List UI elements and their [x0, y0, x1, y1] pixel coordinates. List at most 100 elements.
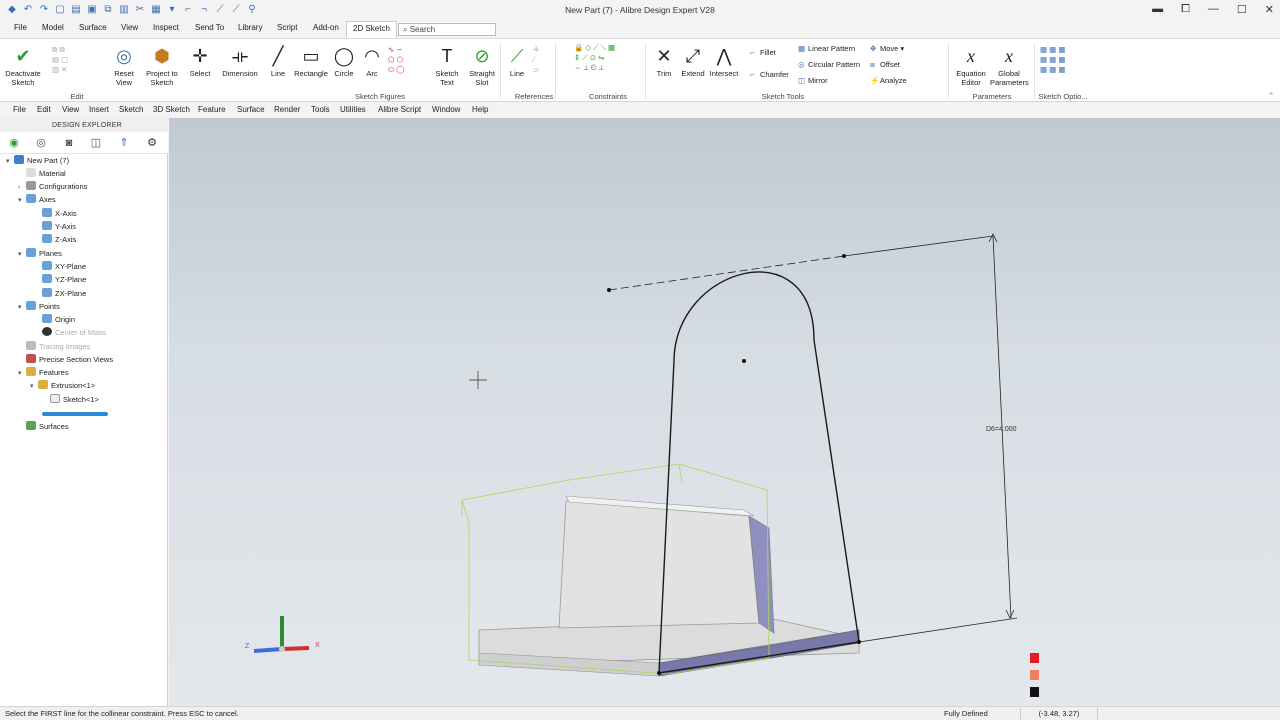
- reference-line-button[interactable]: ⟋ Line: [504, 45, 530, 78]
- deactivate-sketch-button[interactable]: ✔ Deactivate Sketch: [4, 45, 42, 87]
- tree-extrusion[interactable]: ▾ Extrusion<1>: [30, 380, 95, 392]
- tree-precise-section-views[interactable]: Precise Section Views: [26, 354, 113, 366]
- 3d-viewport[interactable]: D6=4.000 Z X: [169, 118, 1280, 706]
- equal-constraint-icon[interactable]: ⇔ ⟂ ◴ ⟂: [574, 63, 615, 73]
- horizontal-constraint-icon[interactable]: ⇕ ⟋ ⊙ ⇋: [574, 53, 615, 63]
- ellipse-icon[interactable]: ⬭ ◯: [388, 65, 404, 75]
- chamfer-button[interactable]: ⌐ Chamfer: [750, 70, 789, 80]
- menu-utilities[interactable]: Utilities: [340, 105, 366, 114]
- menu-feature[interactable]: Feature: [198, 105, 226, 114]
- global-parameters-button[interactable]: x Global Parameters: [990, 45, 1029, 87]
- fillet-button[interactable]: ⌐ Fillet: [750, 48, 776, 58]
- tree-root[interactable]: ▾ New Part (7): [6, 155, 69, 167]
- tab-library[interactable]: Library: [236, 23, 264, 32]
- tab-file[interactable]: File: [12, 23, 29, 32]
- view-swatch-black[interactable]: [1030, 687, 1039, 697]
- menu-view[interactable]: View: [62, 105, 79, 114]
- tree-yz-plane[interactable]: YZ-Plane: [42, 274, 86, 286]
- tab-view[interactable]: View: [119, 23, 140, 32]
- collapse-icon[interactable]: ⇑: [117, 136, 131, 150]
- dimension-label[interactable]: D6=4.000: [986, 426, 1017, 433]
- maximize-button[interactable]: ☐: [1237, 3, 1247, 16]
- copy-small-icon[interactable]: ⧉ ⧉: [52, 45, 68, 55]
- menu-alibre-script[interactable]: Alibre Script: [378, 105, 421, 114]
- gear-icon[interactable]: ⚙: [145, 136, 159, 150]
- snap-option-icon[interactable]: ▦ ▦ ▦: [1040, 55, 1065, 65]
- circle-button[interactable]: ◯ Circle: [332, 45, 356, 78]
- select-button[interactable]: ✛ Select: [186, 45, 214, 78]
- straight-slot-button[interactable]: ⊘ Straight Slot: [466, 45, 498, 87]
- restore-layout-icon[interactable]: ⧠: [1181, 3, 1190, 16]
- menu-tools[interactable]: Tools: [311, 105, 330, 114]
- camera-icon[interactable]: ◎: [34, 136, 48, 150]
- tab-script[interactable]: Script: [275, 23, 299, 32]
- menu-surface[interactable]: Surface: [237, 105, 265, 114]
- circular-pattern-button[interactable]: ◎ Circular Pattern: [798, 60, 860, 70]
- tree-features[interactable]: ▾ Features: [18, 367, 69, 379]
- dimension-button[interactable]: ⟛ Dimension: [221, 45, 259, 78]
- search-input[interactable]: ⌕ Search: [398, 23, 496, 36]
- viewport-canvas[interactable]: [169, 118, 1280, 706]
- eye-icon[interactable]: ◙: [62, 136, 76, 150]
- analyze-button[interactable]: ⚡Analyze: [870, 76, 907, 86]
- ref-point-icon[interactable]: ✛: [533, 45, 539, 55]
- display-option-icon[interactable]: ▦ ▦ ▦: [1040, 65, 1065, 75]
- ref-axis-icon[interactable]: ∕: [533, 55, 539, 65]
- view-swatch-orange[interactable]: [1030, 670, 1039, 680]
- trim-button[interactable]: ✕ Trim: [652, 45, 676, 78]
- ref-plane-icon[interactable]: ▱: [533, 65, 539, 75]
- reset-view-button[interactable]: ◎ Reset View: [110, 45, 138, 87]
- mirror-button[interactable]: ◫ Mirror: [798, 76, 828, 86]
- tree-tracing-images[interactable]: Tracing Images: [26, 341, 90, 353]
- line-button[interactable]: ╱ Line: [266, 45, 290, 78]
- intersect-button[interactable]: ⋀ Intersect: [707, 45, 741, 78]
- polygon-icon[interactable]: ⬠ ⬡: [388, 55, 404, 65]
- solid-body[interactable]: [478, 495, 860, 677]
- close-button[interactable]: ✕: [1265, 3, 1274, 16]
- tree-configurations[interactable]: › Configurations: [18, 181, 87, 193]
- delete-small-icon[interactable]: ▥ ✕: [52, 65, 68, 75]
- menu-render[interactable]: Render: [274, 105, 300, 114]
- tree-zx-plane[interactable]: ZX-Plane: [42, 288, 86, 300]
- menu-window[interactable]: Window: [432, 105, 460, 114]
- menu-3d-sketch[interactable]: 3D Sketch: [153, 105, 190, 114]
- extend-button[interactable]: ⤢ Extend: [678, 45, 708, 78]
- tree-planes[interactable]: ▾ Planes: [18, 248, 62, 260]
- tree-y-axis[interactable]: Y-Axis: [42, 221, 76, 233]
- globe-icon[interactable]: ◉: [7, 136, 21, 150]
- menu-insert[interactable]: Insert: [89, 105, 109, 114]
- layers-icon[interactable]: ◫: [89, 136, 103, 150]
- spline-icon[interactable]: ∿ ∽: [388, 45, 404, 55]
- view-swatch-red[interactable]: [1030, 653, 1039, 663]
- menu-edit[interactable]: Edit: [37, 105, 51, 114]
- tab-surface[interactable]: Surface: [77, 23, 109, 32]
- menu-file[interactable]: File: [13, 105, 26, 114]
- tree-axes[interactable]: ▾ Axes: [18, 194, 56, 206]
- tree-points[interactable]: ▾ Points: [18, 301, 60, 313]
- tab-model[interactable]: Model: [40, 23, 66, 32]
- tab-2d-sketch[interactable]: 2D Sketch: [346, 21, 397, 38]
- menu-help[interactable]: Help: [472, 105, 488, 114]
- menu-sketch[interactable]: Sketch: [119, 105, 143, 114]
- move-button[interactable]: ✥ Move ▾: [870, 44, 904, 54]
- tab-add-on[interactable]: Add-on: [311, 23, 341, 32]
- tree-z-axis[interactable]: Z-Axis: [42, 234, 76, 246]
- tree-x-axis[interactable]: X-Axis: [42, 208, 77, 220]
- account-icon[interactable]: ▬: [1152, 3, 1163, 16]
- linear-pattern-button[interactable]: ▦ Linear Pattern: [798, 44, 855, 54]
- minimize-button[interactable]: —: [1208, 3, 1219, 16]
- tree-origin[interactable]: Origin: [42, 314, 75, 326]
- tab-inspect[interactable]: Inspect: [151, 23, 181, 32]
- tree-surfaces[interactable]: Surfaces: [26, 421, 69, 433]
- offset-button[interactable]: ⧈ Offset: [870, 60, 900, 70]
- sketch-text-button[interactable]: T Sketch Text: [432, 45, 462, 87]
- tab-send-to[interactable]: Send To: [193, 23, 226, 32]
- project-to-sketch-button[interactable]: ⬢ Project to Sketch: [144, 45, 180, 87]
- rectangle-button[interactable]: ▭ Rectangle: [292, 45, 330, 78]
- tree-center-of-mass[interactable]: Center of Mass: [42, 327, 106, 339]
- insertion-marker[interactable]: [42, 412, 108, 416]
- tree-sketch[interactable]: Sketch<1>: [50, 394, 99, 406]
- lock-constraint-icon[interactable]: 🔒 ◇ ⟋ ⟍ ▦: [574, 43, 615, 53]
- paste-small-icon[interactable]: ▤ ▢: [52, 55, 68, 65]
- grid-option-icon[interactable]: ▦ ▦ ▦: [1040, 45, 1065, 55]
